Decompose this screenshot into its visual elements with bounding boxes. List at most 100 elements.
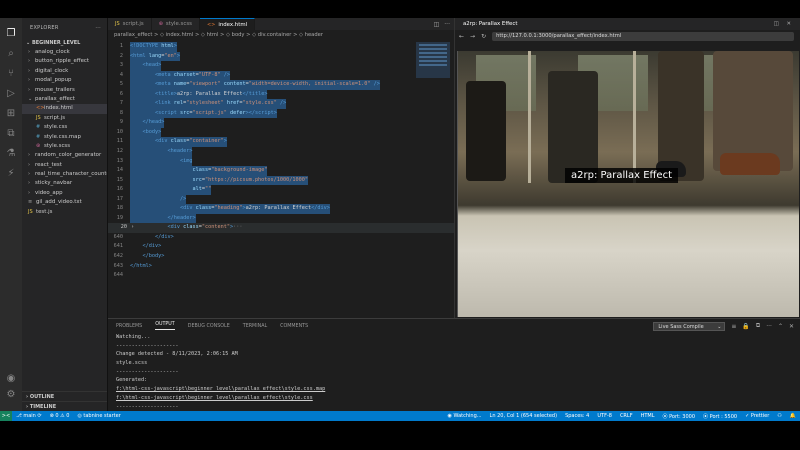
run-debug-icon[interactable]: ▷ [5, 88, 17, 100]
tree-item[interactable]: ⊛ style.scss [22, 142, 107, 151]
panel-tab-problems[interactable]: PROBLEMS [116, 324, 142, 329]
status-item[interactable]: ✓ Prettier [741, 413, 773, 420]
code-line[interactable]: 6 <title>a2rp: Parallax Effect</title> [108, 89, 454, 100]
status-item[interactable]: ⦿ Port : 5500 [699, 413, 741, 420]
code-line[interactable]: 12 <header> [108, 147, 454, 157]
tree-item[interactable]: › react_test [22, 161, 107, 170]
tab-script-js[interactable]: JS script.js [108, 18, 152, 30]
outline-section[interactable]: › OUTLINE [22, 391, 107, 401]
search-icon[interactable]: ⌕ [5, 48, 17, 60]
more-actions-icon[interactable]: ··· [766, 323, 772, 330]
minimap[interactable] [416, 42, 450, 78]
code-line[interactable]: 7 <link rel="stylesheet" href="style.css… [108, 99, 454, 109]
output-channel-select[interactable]: Live Sass Compile ⌄ [653, 321, 726, 331]
tree-item[interactable]: › button_ripple_effect [22, 57, 107, 66]
tree-item[interactable]: # style.css [22, 123, 107, 132]
tab-index-html[interactable]: <> index.html [199, 18, 256, 30]
code-line[interactable]: 9 </head> [108, 118, 454, 128]
tree-item[interactable]: # style.css.map [22, 133, 107, 142]
code-line[interactable]: 11 <div class="container"> [108, 137, 454, 148]
status-item[interactable]: CRLF [616, 413, 637, 420]
status-item[interactable]: Spaces: 4 [561, 413, 593, 420]
code-line[interactable]: 4 <meta charset="UTF-8" /> [108, 70, 454, 81]
code-line[interactable]: 10 <body> [108, 127, 454, 138]
code-line[interactable]: 641 </div> [108, 242, 454, 252]
output-file-link[interactable]: f:\html-css-javascript\beginner_level\pa… [116, 385, 800, 394]
lock-icon[interactable]: 🔒 [742, 323, 749, 330]
workspace-root[interactable]: ⌄ BEGINNER_LEVEL [22, 38, 107, 48]
tab-style-scss[interactable]: ⊛ style.scss [152, 18, 200, 30]
testing-icon[interactable]: ⚗ [5, 148, 17, 160]
code-area[interactable]: 1 <!DOCTYPE html> 2 <html lang="en"> 3 <head… [108, 40, 454, 281]
tree-item[interactable]: › random_color_generator [22, 151, 107, 160]
tree-item[interactable]: › digital_clock [22, 67, 107, 76]
reload-icon[interactable]: ↻ [481, 33, 486, 40]
status-item[interactable]: Ln 20, Col 1 (654 selected) [486, 413, 562, 420]
code-line[interactable]: 17 /> [108, 194, 454, 205]
filter-list-icon[interactable]: ≡ [731, 323, 736, 330]
status-item[interactable]: UTF-8 [593, 413, 616, 420]
forward-arrow-icon[interactable]: → [470, 33, 475, 40]
tree-item[interactable]: › modal_popup [22, 76, 107, 85]
code-line[interactable]: 16 alt="" [108, 185, 454, 195]
tree-item[interactable]: ≡ gil_add_video.txt [22, 198, 107, 207]
status-item[interactable]: HTML [637, 413, 659, 420]
account-icon[interactable]: ◉ [5, 373, 17, 385]
status-item[interactable]: ◉ Watching... [444, 413, 486, 420]
output-log[interactable]: Watching... -------------------- Change de… [108, 333, 800, 421]
code-line[interactable]: 13 <img [108, 156, 454, 167]
code-line[interactable]: 8 <script src="script.js" defer></script… [108, 108, 454, 119]
code-line[interactable]: 19 </header> [108, 213, 454, 224]
code-line[interactable]: 1 <!DOCTYPE html> [108, 42, 454, 52]
panel-tab-output[interactable]: OUTPUT [155, 322, 175, 330]
code-line[interactable]: 2 <html lang="en"> [108, 51, 454, 62]
code-line[interactable]: 640 </div> [108, 233, 454, 243]
problems-count[interactable]: ⊗ 0 ⚠ 0 [46, 413, 74, 419]
more-actions-icon[interactable]: ··· [444, 21, 450, 28]
source-control-icon[interactable]: ⑂ [5, 68, 17, 80]
more-actions-icon[interactable]: ··· [95, 18, 101, 38]
status-item[interactable]: 🔔 [786, 413, 800, 420]
tree-item[interactable]: ⌄ parallax_effect [22, 95, 107, 104]
code-line[interactable]: 14 class="background-image" [108, 166, 454, 176]
tree-item[interactable]: › real_time_character_counter [22, 170, 107, 179]
remote-explorer-icon[interactable]: ⧉ [5, 128, 17, 140]
code-line[interactable]: 3 <head> [108, 61, 454, 71]
extensions-icon[interactable]: ⊞ [5, 108, 17, 120]
fold-chevron-icon[interactable]: › [131, 223, 134, 233]
panel-tab-terminal[interactable]: TERMINAL [243, 324, 267, 329]
panel-tab-debug-console[interactable]: DEBUG CONSOLE [188, 324, 230, 329]
close-icon[interactable]: ✕ [789, 323, 794, 330]
browser-tab-controls[interactable]: ◫ ✕ [774, 18, 800, 30]
breadcrumb[interactable]: parallax_effect > ◇ index.html > ◇ html … [108, 30, 454, 40]
status-item[interactable]: ⚇ [773, 413, 785, 420]
code-line[interactable]: 643 </html> [108, 262, 454, 272]
code-line[interactable]: 20 <div class="content">··· › [108, 223, 454, 233]
live-share-icon[interactable]: ⚡ [5, 168, 17, 180]
tree-item[interactable]: › video_app [22, 189, 107, 198]
code-line[interactable]: 642 </body> [108, 252, 454, 262]
tree-item[interactable]: › analog_clock [22, 48, 107, 57]
copy-icon[interactable]: ⧉ [756, 322, 760, 330]
tree-item[interactable]: JS script.js [22, 114, 107, 123]
code-line[interactable]: 644 [108, 271, 454, 281]
url-bar[interactable]: http://127.0.0.1:3000/parallax_effect/in… [492, 31, 794, 41]
code-line[interactable]: 18 <div class="heading">a2rp: Parallax E… [108, 204, 454, 214]
tree-item[interactable]: › mouse_trailers [22, 86, 107, 95]
code-line[interactable]: 15 src="https://picsum.photos/1000/1000" [108, 175, 454, 186]
git-branch[interactable]: ⎇ main ⟳ [12, 413, 46, 419]
browser-tab[interactable]: a2rp: Parallax Effect ◫ ✕ [455, 18, 800, 30]
output-file-link[interactable]: f:\html-css-javascript\beginner_level\pa… [116, 394, 800, 403]
back-arrow-icon[interactable]: ← [459, 33, 464, 40]
tree-item[interactable]: <>index.html [22, 104, 107, 114]
panel-tab-comments[interactable]: COMMENTS [280, 324, 308, 329]
remote-indicator[interactable]: >< [0, 411, 12, 421]
code-line[interactable]: 5 <meta name="viewport" content="width=d… [108, 80, 454, 90]
tree-item[interactable]: › sticky_navbar [22, 179, 107, 188]
tree-item[interactable]: JS test.js [22, 208, 107, 217]
tabnine-status[interactable]: ◎ tabnine starter [73, 413, 124, 419]
timeline-section[interactable]: › TIMELINE [22, 401, 107, 411]
maximize-icon[interactable]: ⌃ [778, 323, 783, 330]
split-editor-icon[interactable]: ◫ [434, 21, 440, 28]
explorer-icon[interactable]: ❐ [5, 28, 17, 40]
